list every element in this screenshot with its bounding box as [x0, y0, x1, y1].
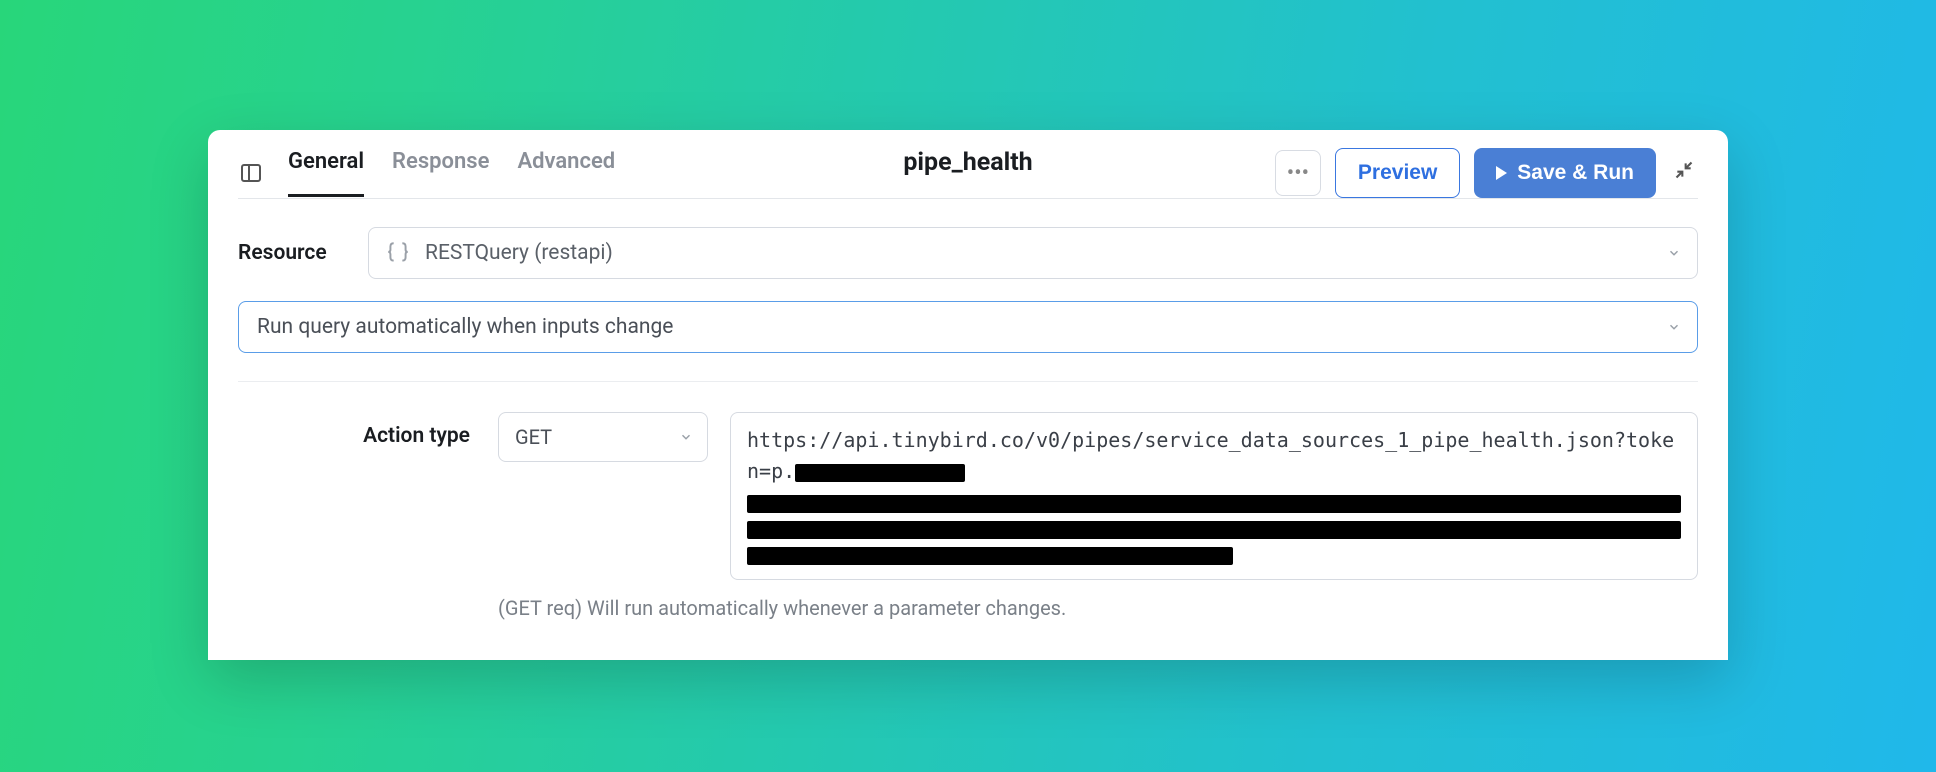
query-title: pipe_health [903, 148, 1032, 177]
resource-row: Resource RESTQuery (restapi) [238, 227, 1698, 279]
save-run-button[interactable]: Save & Run [1474, 148, 1656, 198]
resource-label: Resource [238, 241, 368, 265]
more-options-button[interactable]: ••• [1275, 150, 1321, 196]
collapse-panel-button[interactable] [1670, 160, 1698, 186]
action-help-text: (GET req) Will run automatically wheneve… [498, 596, 1066, 620]
request-url-input[interactable]: https://api.tinybird.co/v0/pipes/service… [730, 412, 1698, 580]
panel-body: Resource RESTQuery (restapi) Run query a… [208, 199, 1728, 660]
run-mode-select[interactable]: Run query automatically when inputs chan… [238, 301, 1698, 353]
redacted-token-segment [795, 464, 965, 482]
play-icon [1496, 166, 1507, 180]
resource-value: RESTQuery (restapi) [425, 241, 613, 265]
chevron-down-icon [679, 430, 693, 444]
http-method-value: GET [515, 425, 552, 449]
redacted-token-segment [747, 521, 1681, 539]
ellipsis-icon: ••• [1287, 161, 1309, 186]
redacted-token-segment [747, 547, 1233, 565]
tab-general[interactable]: General [288, 149, 364, 197]
braces-icon [385, 240, 411, 266]
section-divider [238, 381, 1698, 382]
chevron-down-icon [1667, 246, 1681, 260]
tab-bar: General Response Advanced [288, 149, 615, 197]
tab-response[interactable]: Response [392, 149, 489, 197]
panel-layout-icon[interactable] [238, 160, 264, 186]
http-method-select[interactable]: GET [498, 412, 708, 462]
action-type-row: Action type GET https://api.tinybird.co/… [238, 412, 1698, 580]
action-help-row: (GET req) Will run automatically wheneve… [238, 596, 1698, 620]
action-type-label: Action type [238, 412, 498, 448]
tab-advanced[interactable]: Advanced [517, 149, 615, 197]
query-editor-panel: General Response Advanced pipe_health ••… [208, 130, 1728, 660]
chevron-down-icon [1667, 320, 1681, 334]
save-run-label: Save & Run [1517, 161, 1634, 185]
header-actions: ••• Preview Save & Run [1275, 148, 1698, 198]
preview-button[interactable]: Preview [1335, 148, 1460, 198]
run-mode-value: Run query automatically when inputs chan… [257, 315, 673, 339]
resource-select[interactable]: RESTQuery (restapi) [368, 227, 1698, 279]
panel-header: General Response Advanced pipe_health ••… [208, 130, 1728, 198]
redacted-token-segment [747, 495, 1681, 513]
